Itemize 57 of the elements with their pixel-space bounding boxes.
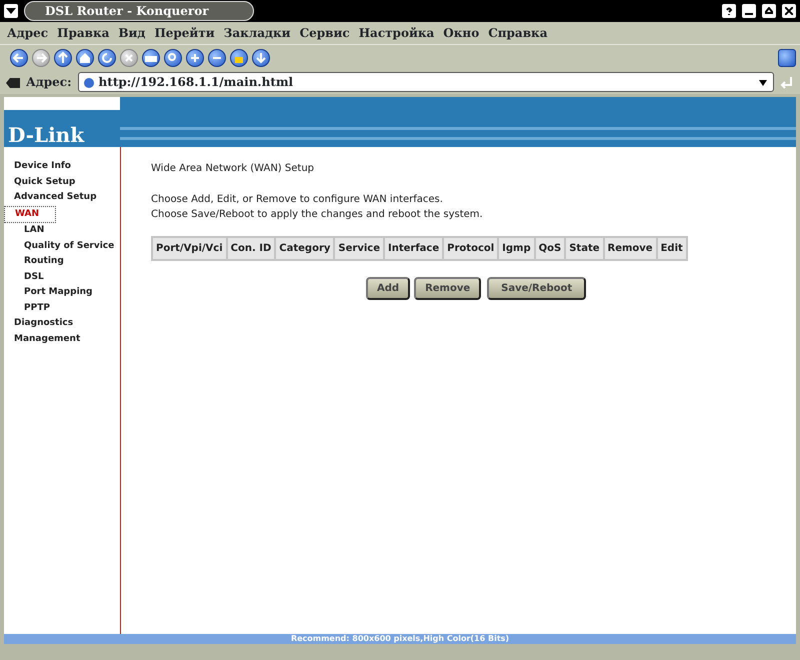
sidebar-item[interactable]: Routing <box>14 256 64 266</box>
table-header: Protocol <box>443 237 498 260</box>
caret-icon <box>6 8 16 14</box>
back-icon[interactable] <box>10 48 28 66</box>
sidebar-item[interactable]: Device Info <box>14 161 71 171</box>
magnifier-icon[interactable] <box>164 48 182 66</box>
table-header: Port/Vpi/Vci <box>152 237 227 260</box>
maximize-button[interactable] <box>762 4 776 18</box>
table-header: State <box>565 237 604 260</box>
help-icon <box>725 7 733 15</box>
table-header: Igmp <box>498 237 535 260</box>
instruction-text: Choose Add, Edit, or Remove to configure WAN interfaces. <box>151 193 444 207</box>
action-button[interactable]: Add <box>366 277 410 300</box>
table-header: Category <box>275 237 334 260</box>
sidebar-item[interactable]: Advanced Setup <box>14 192 97 202</box>
page-heading: Wide Area Network (WAN) Setup <box>151 162 315 176</box>
home-icon[interactable] <box>76 48 94 66</box>
sidebar-item[interactable]: Port Mapping <box>14 287 93 297</box>
sidebar-item[interactable]: LAN <box>14 225 44 235</box>
menu-item[interactable]: Вид <box>118 24 146 42</box>
help-button[interactable] <box>722 4 736 18</box>
menu-item[interactable]: Окно <box>443 24 480 42</box>
zoom-in-icon[interactable] <box>186 48 204 66</box>
sidebar-item[interactable]: DSL <box>14 272 44 282</box>
menu-item[interactable]: Настройка <box>358 24 434 42</box>
footer-bar: Recommend: 800x600 pixels,High Color(16 Bits) <box>4 634 796 644</box>
menu-item[interactable]: Справка <box>488 24 548 42</box>
maximize-icon <box>765 7 773 15</box>
action-button[interactable]: Save/Reboot <box>487 277 586 300</box>
table-header: Remove <box>604 237 657 260</box>
menu-item[interactable]: Закладки <box>224 24 291 42</box>
zoom-out-icon[interactable] <box>208 48 226 66</box>
sidebar-item[interactable]: Quality of Service <box>14 240 114 250</box>
address-label: Адрес: <box>26 74 72 91</box>
sidebar-item[interactable]: Diagnostics <box>14 318 74 328</box>
menu-item[interactable]: Сервис <box>300 24 350 42</box>
menu-item[interactable]: Перейти <box>154 24 215 42</box>
sidebar-item[interactable]: PPTP <box>14 302 50 312</box>
reload-icon[interactable] <box>98 48 116 66</box>
table-header: Con. ID <box>226 237 276 260</box>
table-header: Service <box>334 237 384 260</box>
table-header: Interface <box>384 237 444 260</box>
sidebar-item[interactable]: Quick Setup <box>14 176 76 186</box>
minimize-button[interactable] <box>742 4 756 18</box>
close-icon <box>785 7 793 15</box>
instruction-text: Choose Save/Reboot to apply the changes and reboot the system. <box>151 208 484 222</box>
action-button[interactable]: Remove <box>414 277 482 300</box>
menu-item[interactable]: Адрес <box>7 24 48 42</box>
window-menu-button[interactable] <box>4 4 18 18</box>
table-header: QoS <box>534 237 566 260</box>
window-title: DSL Router - Konqueror <box>45 3 209 20</box>
table-header: Edit <box>656 237 687 260</box>
menu-item[interactable]: Правка <box>57 24 110 42</box>
address-field[interactable]: http://192.168.1.1/main.html <box>78 72 774 92</box>
sidebar-item[interactable]: Management <box>14 334 80 344</box>
sidebar-item[interactable]: WAN <box>4 206 56 223</box>
close-button[interactable] <box>782 4 796 18</box>
